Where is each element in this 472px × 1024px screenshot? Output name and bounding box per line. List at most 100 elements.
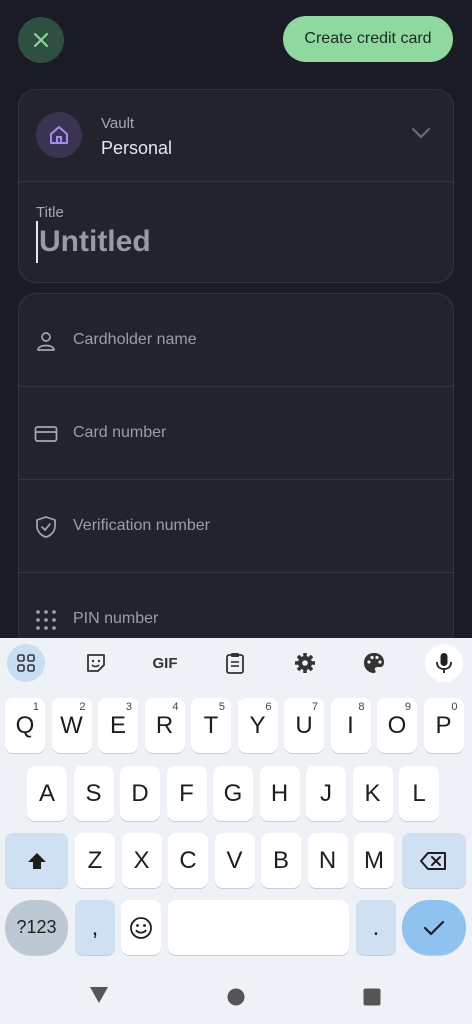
key-label: E: [109, 711, 126, 739]
key-label: S: [85, 779, 102, 807]
recents-square-icon[interactable]: [363, 988, 381, 1006]
backspace-key[interactable]: [402, 833, 466, 888]
key-p[interactable]: P0: [423, 698, 464, 753]
checkmark-icon: [423, 920, 445, 935]
key-g[interactable]: G: [213, 766, 253, 821]
emoji-key[interactable]: [121, 900, 161, 955]
key-label: U: [295, 711, 313, 739]
key-label: B: [272, 846, 289, 874]
gear-icon[interactable]: [286, 644, 324, 682]
key-hint: 1: [32, 701, 39, 713]
title-field: Title Untitled: [19, 182, 453, 282]
key-w[interactable]: W2: [51, 698, 92, 753]
card-number-field[interactable]: Card number: [19, 387, 453, 480]
key-label: R: [155, 711, 174, 739]
key-v[interactable]: V: [214, 833, 255, 888]
key-t[interactable]: T5: [191, 698, 231, 753]
key-l[interactable]: L: [399, 766, 439, 821]
key-label: P: [435, 711, 452, 739]
pin-number-placeholder: PIN number: [73, 610, 159, 627]
key-x[interactable]: X: [121, 833, 162, 888]
back-triangle-icon[interactable]: [89, 986, 109, 1004]
key-label: X: [133, 846, 150, 874]
key-hint: 7: [311, 701, 318, 713]
cardholder-name-field[interactable]: Cardholder name: [19, 294, 453, 387]
vault-selector[interactable]: Vault Personal: [19, 90, 453, 182]
key-label: J: [320, 779, 332, 807]
chevron-down-icon: [412, 128, 430, 139]
numbers-key[interactable]: ?123: [5, 900, 68, 955]
vault-avatar: [36, 112, 82, 158]
sticker-icon[interactable]: [77, 644, 115, 682]
card-number-placeholder: Card number: [73, 424, 167, 441]
comma-key[interactable]: ,: [75, 900, 115, 955]
clipboard-icon[interactable]: [216, 644, 254, 682]
title-input[interactable]: Untitled: [36, 221, 426, 263]
title-label: Title: [36, 204, 64, 221]
key-m[interactable]: M: [354, 833, 394, 888]
palette-icon[interactable]: [355, 644, 393, 682]
shield-check-icon: [33, 514, 59, 540]
text-cursor: [36, 221, 38, 263]
space-key[interactable]: [168, 900, 349, 955]
key-hint: 2: [79, 701, 86, 713]
key-q[interactable]: Q1: [5, 698, 45, 753]
key-label: O: [387, 711, 407, 739]
key-label: F: [179, 779, 194, 807]
title-placeholder: Untitled: [39, 225, 151, 258]
key-f[interactable]: F: [166, 766, 207, 821]
shift-key[interactable]: [5, 833, 68, 888]
keyboard-toolbar: GIF: [0, 638, 472, 686]
microphone-icon[interactable]: [425, 644, 463, 682]
key-label: Q: [15, 711, 35, 739]
key-b[interactable]: B: [261, 833, 301, 888]
key-label: L: [412, 779, 426, 807]
cardholder-name-placeholder: Cardholder name: [73, 331, 197, 348]
backspace-icon: [420, 851, 446, 870]
key-n[interactable]: N: [307, 833, 348, 888]
keypad-dots-icon: [33, 607, 59, 633]
shift-arrow-icon: [27, 852, 46, 869]
close-button[interactable]: [18, 17, 64, 63]
create-credit-card-button[interactable]: Create credit card: [283, 16, 453, 62]
key-label: G: [223, 779, 243, 807]
system-navigation-bar: [0, 966, 472, 1024]
key-a[interactable]: A: [27, 766, 67, 821]
home-circle-icon[interactable]: [227, 988, 245, 1006]
emoji-icon: [130, 916, 152, 939]
key-hint: 3: [125, 701, 132, 713]
enter-key[interactable]: [402, 900, 466, 955]
key-hint: 5: [218, 701, 225, 713]
vault-label: Vault: [101, 115, 135, 132]
person-icon: [33, 328, 59, 354]
key-h[interactable]: H: [259, 766, 300, 821]
key-u[interactable]: U7: [284, 698, 324, 753]
key-label: C: [179, 846, 197, 874]
gif-button[interactable]: GIF: [146, 644, 184, 682]
key-e[interactable]: E3: [98, 698, 138, 753]
period-key[interactable]: .: [356, 900, 396, 955]
key-k[interactable]: K: [352, 766, 393, 821]
apps-grid-icon[interactable]: [7, 644, 45, 682]
key-j[interactable]: J: [306, 766, 346, 821]
key-hint: 0: [451, 701, 458, 713]
key-label: V: [226, 846, 243, 874]
key-label: N: [318, 846, 337, 874]
credit-card-icon: [33, 421, 59, 447]
key-label: T: [203, 711, 219, 739]
key-s[interactable]: S: [73, 766, 114, 821]
key-o[interactable]: O9: [377, 698, 417, 753]
key-label: H: [270, 779, 289, 807]
key-i[interactable]: I8: [330, 698, 371, 753]
key-label: K: [364, 779, 381, 807]
home-icon: [50, 126, 68, 144]
key-label: Z: [87, 846, 103, 874]
key-z[interactable]: Z: [75, 833, 115, 888]
key-label: A: [38, 779, 55, 807]
key-r[interactable]: R4: [144, 698, 185, 753]
key-d[interactable]: D: [120, 766, 160, 821]
key-c[interactable]: C: [168, 833, 208, 888]
verification-number-field[interactable]: Verification number: [19, 480, 453, 573]
vault-value: Personal: [101, 138, 173, 158]
key-y[interactable]: Y6: [237, 698, 278, 753]
